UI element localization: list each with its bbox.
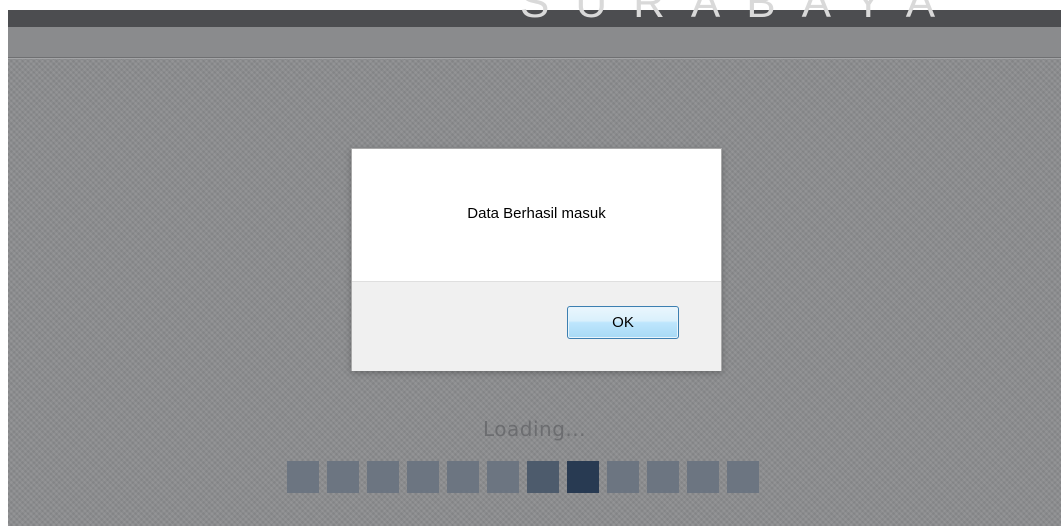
loading-segment [327,461,359,493]
header-bar [8,27,1061,58]
alert-dialog: Data Berhasil masuk OK [351,148,722,371]
loading-label: Loading... [483,417,586,441]
loading-segment [407,461,439,493]
loading-segment [487,461,519,493]
loading-segment [647,461,679,493]
loading-segment [367,461,399,493]
loading-segment [567,461,599,493]
ok-button[interactable]: OK [567,306,679,339]
dialog-body: Data Berhasil masuk [352,149,721,281]
loading-segment [527,461,559,493]
loading-segment [447,461,479,493]
dialog-message: Data Berhasil masuk [467,205,606,222]
loading-progress-bar [287,461,759,493]
loading-segment [727,461,759,493]
window-top-strip [8,10,1061,27]
dialog-footer: OK [352,281,721,371]
loading-segment [287,461,319,493]
page-overlay: Loading... Data Berhasil masuk OK [8,10,1061,526]
loading-segment [687,461,719,493]
loading-segment [607,461,639,493]
